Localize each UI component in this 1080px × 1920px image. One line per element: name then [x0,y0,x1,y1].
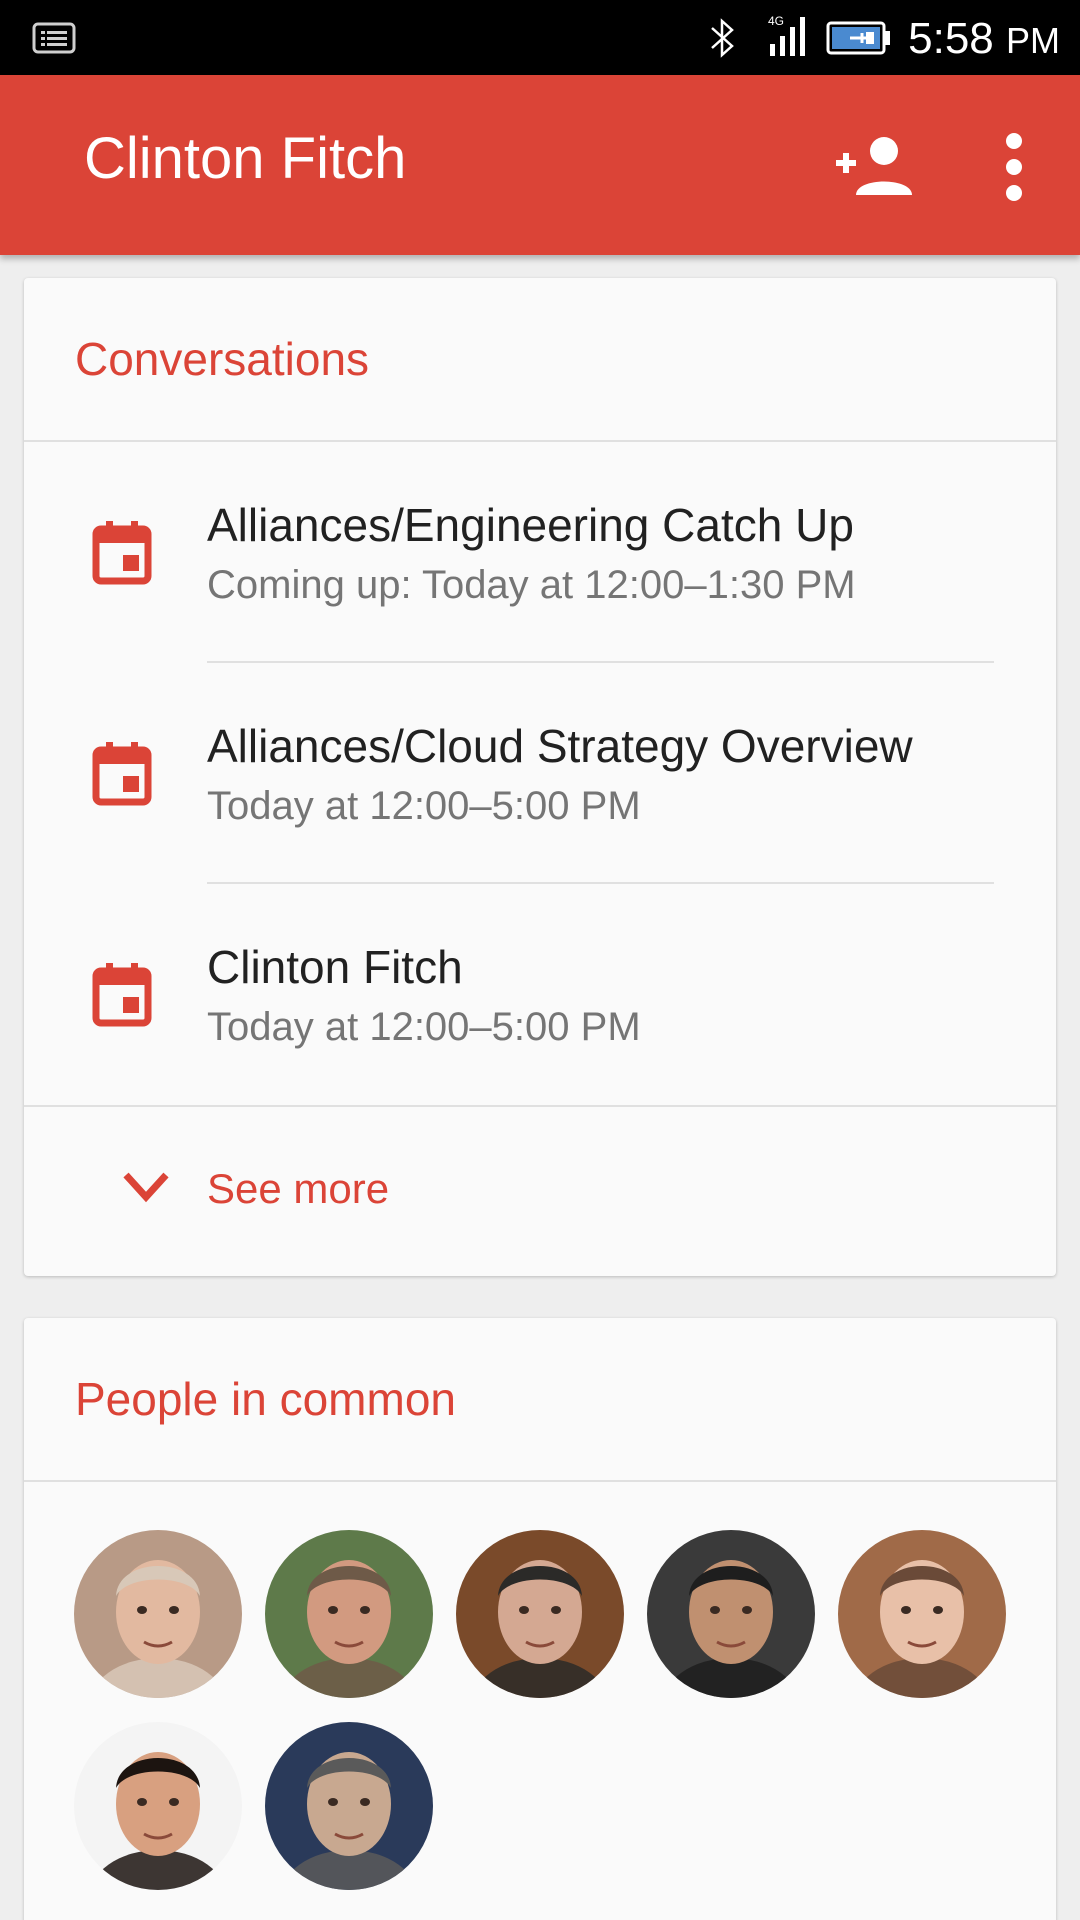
event-title: Alliances/Engineering Catch Up [207,499,854,551]
event-list: Alliances/Engineering Catch Up Coming up… [24,442,1056,1105]
people-in-common-card: People in common [24,1318,1056,1920]
avatar[interactable] [265,1530,433,1698]
people-header: People in common [24,1318,1056,1482]
battery-charging-icon [826,21,890,55]
more-vert-icon[interactable] [986,131,1042,203]
event-item[interactable]: Alliances/Engineering Catch Up Coming up… [24,442,1056,663]
signal-icon: 4G [768,14,805,56]
avatar-photo [265,1530,433,1698]
add-person-icon[interactable] [832,133,918,201]
event-time: Today at 12:00–5:00 PM [207,784,641,828]
avatar[interactable] [647,1530,815,1698]
avatar-photo [265,1722,433,1890]
event-item[interactable]: Alliances/Cloud Strategy Overview Today … [24,663,1056,884]
status-clock: 5:58 PM [908,14,1060,63]
avatar-grid [24,1482,1056,1890]
people-in-common-title: People in common [75,1373,456,1425]
avatar-photo [647,1530,815,1698]
notification-icon [32,22,76,54]
calendar-icon [92,521,152,585]
avatar[interactable] [456,1530,624,1698]
app-bar: Clinton Fitch [0,75,1080,255]
status-bar: 4G 5:58 PM [0,0,1080,75]
event-title: Clinton Fitch [207,941,463,993]
avatar[interactable] [265,1722,433,1890]
event-time: Today at 12:00–5:00 PM [207,1005,641,1049]
calendar-icon [92,742,152,806]
conversations-title: Conversations [75,333,370,385]
page-title: Clinton Fitch [84,126,407,191]
calendar-icon [92,963,152,1027]
avatar[interactable] [838,1530,1006,1698]
conversations-card: Conversations Alliances/Engineering Catc… [24,278,1056,1276]
event-title: Alliances/Cloud Strategy Overview [207,720,913,772]
bluetooth-icon [711,18,734,58]
chevron-down-icon [123,1172,169,1203]
avatar-photo [456,1530,624,1698]
avatar[interactable] [74,1722,242,1890]
avatar-photo [74,1530,242,1698]
event-item[interactable]: Clinton Fitch Today at 12:00–5:00 PM [24,884,1056,1105]
event-time: Coming up: Today at 12:00–1:30 PM [207,563,856,607]
conversations-header: Conversations [24,278,1056,442]
avatar-photo [74,1722,242,1890]
network-type-label: 4G [768,14,784,28]
avatar[interactable] [74,1530,242,1698]
avatar-photo [838,1530,1006,1698]
see-more-button[interactable]: See more [24,1105,1056,1273]
see-more-label: See more [207,1165,390,1212]
